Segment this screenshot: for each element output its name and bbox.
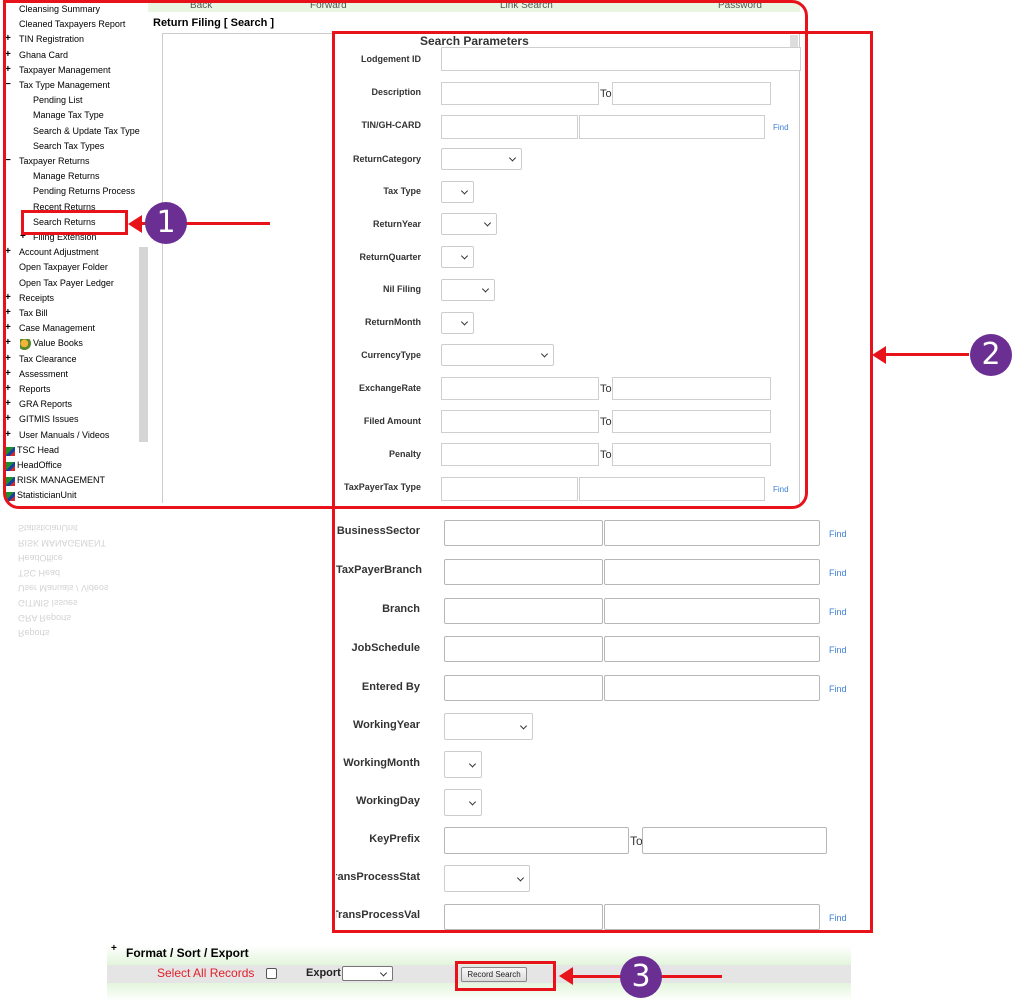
annotation-badge-1: 1 bbox=[145, 202, 187, 244]
reflection-text: StatisticianUnit bbox=[18, 523, 78, 533]
annotation-box-search-returns bbox=[21, 210, 128, 235]
annotation-arrow-3-head bbox=[559, 967, 573, 985]
reflection-text: User Manuals / Videos bbox=[18, 583, 109, 593]
reflection-text: RISK MANAGEMENT bbox=[18, 538, 107, 548]
annotation-box-record-search bbox=[455, 961, 556, 991]
annotation-box-search-parameters bbox=[332, 31, 873, 933]
format-sort-export-toggle[interactable]: + bbox=[111, 943, 117, 954]
reflection-text: GITMIS Issues bbox=[18, 598, 78, 608]
annotation-arrow-1-head bbox=[128, 215, 142, 233]
reflection-text: Reports bbox=[18, 628, 50, 638]
reflection-text: HeadOffice bbox=[18, 553, 63, 563]
annotation-arrow-2-head bbox=[872, 346, 886, 364]
select-all-label: Select All Records bbox=[157, 966, 255, 980]
reflection-text: GRA Reports bbox=[18, 613, 72, 623]
annotation-badge-2: 2 bbox=[970, 334, 1012, 376]
reflection-text: TSC Head bbox=[18, 568, 61, 578]
export-label: Export bbox=[306, 967, 341, 979]
select-all-checkbox[interactable] bbox=[266, 968, 277, 979]
annotation-badge-3: 3 bbox=[620, 956, 662, 998]
annotation-arrow-2-line bbox=[884, 353, 969, 356]
format-sort-export-title: Format / Sort / Export bbox=[126, 946, 249, 960]
export-select[interactable] bbox=[342, 966, 393, 981]
sidebar-reflection: Reports GRA Reports GITMIS Issues User Manu… bbox=[0, 508, 148, 638]
